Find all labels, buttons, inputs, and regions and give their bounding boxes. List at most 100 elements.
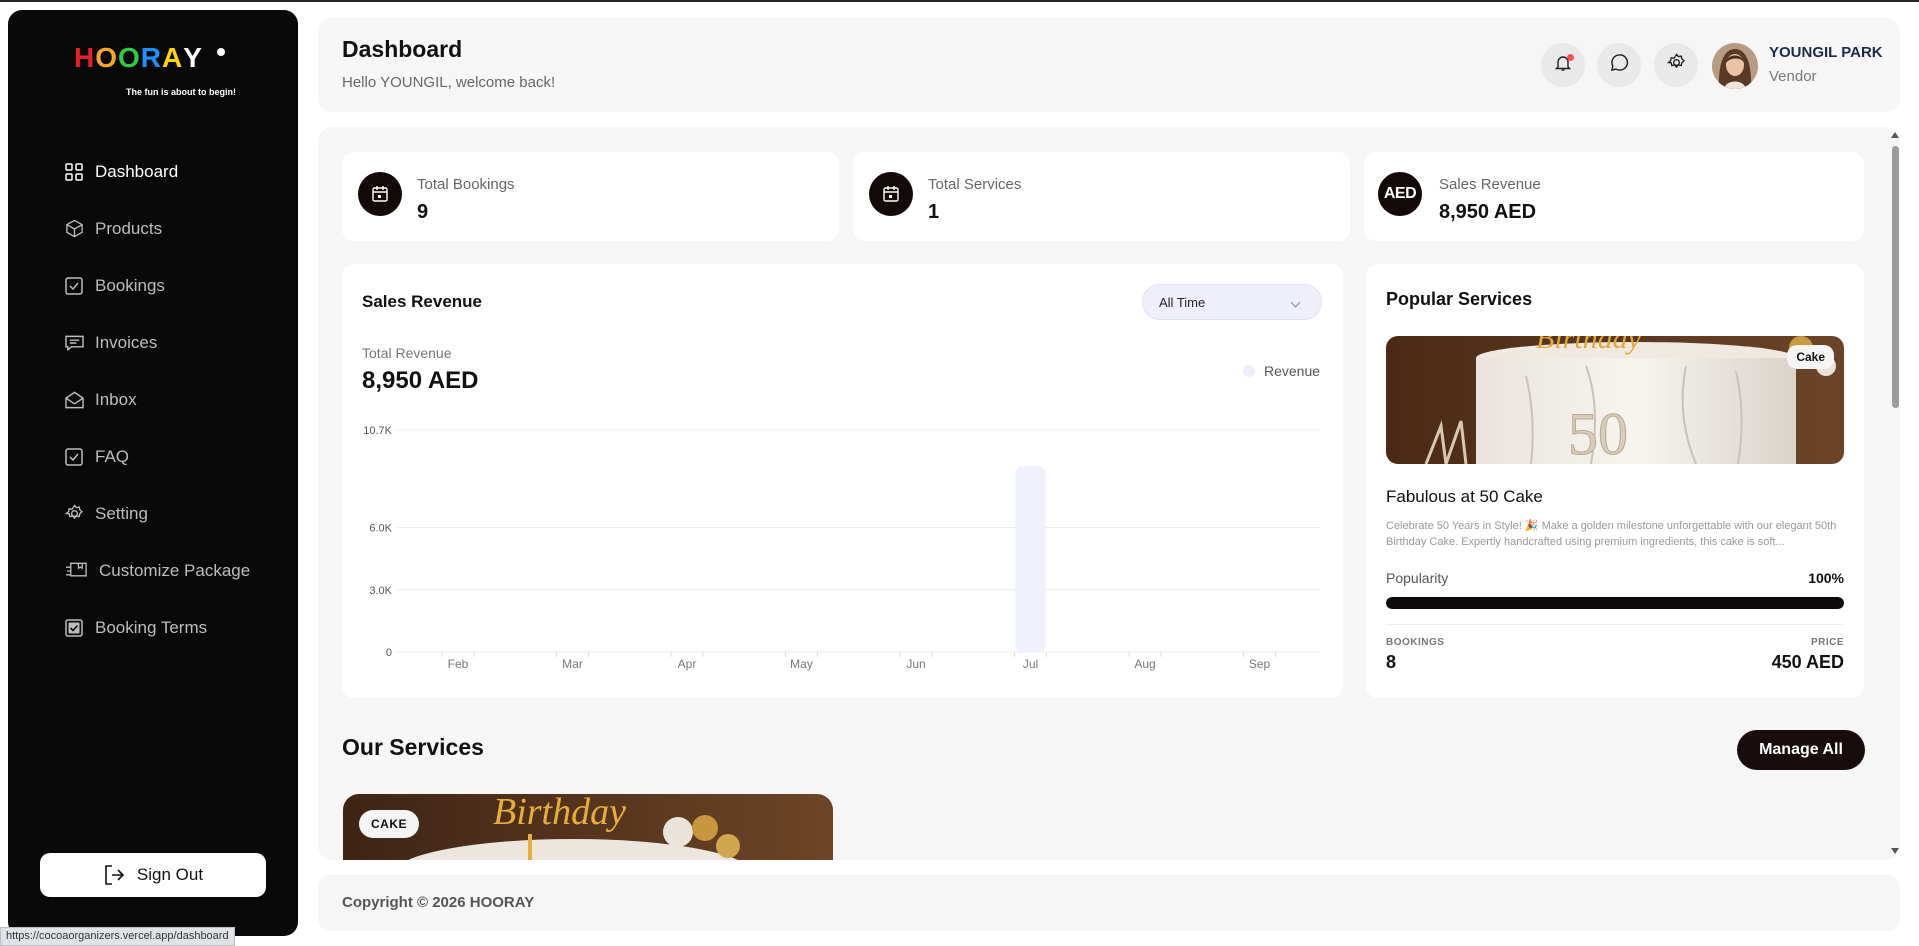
svg-text:50: 50 — [1568, 401, 1628, 464]
logo-letter: Y — [183, 42, 203, 73]
total-revenue-value: 8,950 AED — [362, 367, 479, 394]
envelope-open-icon — [64, 390, 84, 410]
calendar-icon — [869, 172, 913, 216]
logo-dot — [217, 48, 225, 56]
x-tick-label: Jun — [906, 657, 925, 671]
sidebar-item-label: Dashboard — [95, 161, 179, 181]
sidebar-item-inbox[interactable]: Inbox — [64, 371, 294, 428]
hooray-logo[interactable]: HOORAY The fun is about to begin! — [74, 44, 244, 104]
service-image[interactable]: 50 Birthday Cake — [1386, 336, 1844, 464]
sidebar-item-invoices[interactable]: Invoices — [64, 314, 294, 371]
category-badge: CAKE — [359, 810, 420, 838]
bookings-value: 8 — [1386, 652, 1397, 672]
service-description: Celebrate 50 Years in Style! 🎉 Make a go… — [1386, 520, 1837, 548]
notification-dot — [1567, 54, 1574, 61]
y-tick-label: 3.0K — [369, 585, 392, 597]
checkbox-filled-icon — [64, 618, 84, 638]
popular-services-title: Popular Services — [1386, 289, 1533, 309]
welcome-message: Hello YOUNGIL, welcome back! — [342, 74, 556, 91]
browser-status-url: https://cocoaorganizers.vercel.app/dashb… — [0, 927, 235, 946]
stat-card-total-bookings: Total Bookings 9 — [342, 152, 839, 241]
sidebar-item-faq[interactable]: FAQ — [64, 428, 294, 485]
manage-all-button[interactable]: Manage All — [1737, 730, 1865, 770]
svg-text:Birthday: Birthday — [493, 794, 626, 833]
time-range-value: All Time — [1159, 295, 1206, 310]
user-role: Vendor — [1769, 68, 1817, 85]
stat-label: Total Services — [928, 176, 1022, 193]
sidebar-item-dashboard[interactable]: Dashboard — [64, 143, 294, 200]
stat-label: Total Bookings — [417, 176, 515, 193]
category-badge: Cake — [1787, 345, 1834, 369]
scroll-thumb[interactable] — [1892, 146, 1899, 408]
checkbox-icon — [64, 276, 84, 296]
stat-value: 1 — [928, 201, 940, 223]
calendar-icon — [358, 172, 402, 216]
stat-value: 9 — [417, 201, 429, 223]
chart-legend: Revenue — [1243, 363, 1320, 379]
bar — [1015, 466, 1046, 652]
service-name: Fabulous at 50 Cake — [1386, 487, 1543, 506]
logo-letter: O — [118, 42, 141, 73]
user-avatar[interactable] — [1712, 43, 1758, 89]
messages-button[interactable] — [1597, 43, 1641, 87]
aed-icon-text: AED — [1383, 185, 1417, 202]
price-label: PRICE — [1810, 637, 1844, 648]
sales-revenue-card: Sales Revenue All Time Total Revenue 8,9… — [342, 264, 1343, 698]
sidebar-item-label: Booking Terms — [95, 617, 208, 637]
window-top-border — [0, 0, 1919, 2]
popularity-label: Popularity — [1386, 570, 1449, 586]
sign-out-icon — [103, 864, 125, 886]
stat-card-sales-revenue: AED Sales Revenue 8,950 AED — [1364, 152, 1864, 241]
time-range-select[interactable]: All Time — [1142, 284, 1322, 320]
stat-card-total-services: Total Services 1 — [853, 152, 1350, 241]
box-icon — [64, 219, 84, 239]
x-tick-label: Jul — [1023, 657, 1038, 671]
price-value: 450 AED — [1771, 652, 1844, 672]
x-tick-label: Feb — [448, 657, 469, 671]
svg-text:Birthday: Birthday — [1536, 336, 1642, 355]
legend-swatch — [1243, 365, 1255, 377]
bar — [786, 651, 817, 652]
user-name: YOUNGIL PARK — [1769, 44, 1883, 61]
sidebar-item-booking-terms[interactable]: Booking Terms — [64, 599, 294, 656]
popular-services-card: Popular Services 50 Birthday Cake Fabulo… — [1366, 264, 1864, 698]
logo-letter: R — [140, 42, 163, 73]
sidebar-item-label: Setting — [95, 503, 148, 523]
bar — [1130, 651, 1160, 652]
stat-label: Sales Revenue — [1439, 176, 1541, 193]
sidebar-item-products[interactable]: Products — [64, 200, 294, 257]
x-tick-label: May — [790, 657, 813, 671]
service-card[interactable]: Birthday CAKE — [343, 794, 833, 860]
dashboard-content: Total Bookings 9 Total Services 1 AED Sa… — [318, 127, 1900, 860]
sidebar-item-customize-package[interactable]: Customize Package — [64, 542, 294, 599]
checkbox-icon — [64, 447, 84, 467]
logo-letter: A — [162, 42, 184, 73]
logo-letter: H — [74, 42, 96, 73]
x-tick-label: Apr — [678, 657, 697, 671]
x-tick-label: Mar — [562, 657, 583, 671]
sidebar-item-setting[interactable]: Setting — [64, 485, 294, 542]
notifications-button[interactable] — [1541, 43, 1585, 87]
x-tick-label: Aug — [1134, 657, 1155, 671]
package-icon — [64, 561, 88, 581]
gear-icon — [1666, 53, 1686, 77]
page-title: Dashboard — [342, 36, 463, 62]
revenue-bar-chart: 0 3.0K 6.0K 10.7K Feb Mar Apr May Jun Jul Aug Sep — [363, 425, 1320, 671]
copyright-text: Copyright © 2026 HOORAY — [342, 894, 535, 911]
sidebar-item-label: FAQ — [95, 446, 130, 466]
popularity-value: 100% — [1808, 570, 1844, 586]
bar — [443, 651, 473, 652]
sign-out-button[interactable]: Sign Out — [40, 853, 266, 897]
sidebar-item-label: Bookings — [95, 275, 165, 295]
scroll-up-arrow-icon[interactable] — [1891, 132, 1899, 138]
sign-out-label: Sign Out — [136, 865, 204, 884]
sidebar-item-bookings[interactable]: Bookings — [64, 257, 294, 314]
popularity-bar-fill — [1386, 597, 1844, 609]
settings-button[interactable] — [1654, 43, 1698, 87]
scroll-down-arrow-icon[interactable] — [1891, 848, 1899, 854]
y-tick-label: 10.7K — [363, 425, 392, 437]
bookings-label: BOOKINGS — [1386, 637, 1445, 648]
chat-bubble-icon — [1610, 53, 1629, 77]
bar — [1244, 651, 1275, 652]
main-scrollbar[interactable] — [1889, 128, 1901, 858]
